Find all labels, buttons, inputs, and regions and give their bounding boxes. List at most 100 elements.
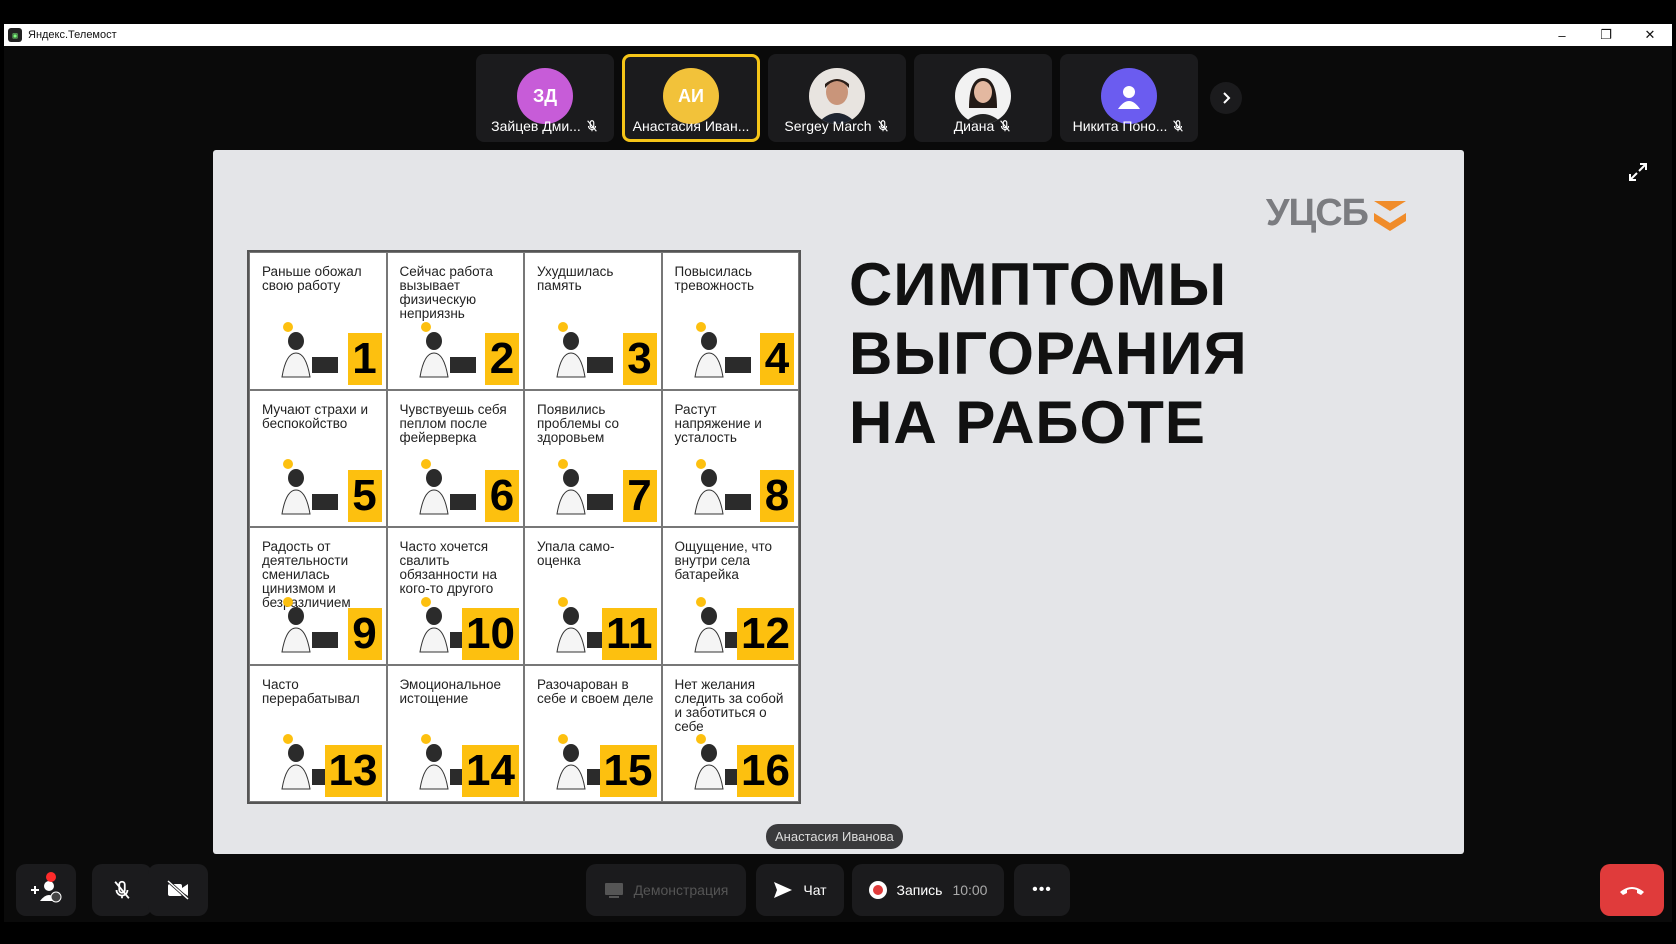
speaker-label: Анастасия Иванова: [766, 824, 903, 849]
symptom-text: Часто перерабатывал: [262, 676, 360, 706]
meeting-app: ЗД Зайцев Дми... АИ Анастасия Иван... Se…: [4, 46, 1672, 922]
end-call-button[interactable]: [1600, 864, 1664, 916]
record-button[interactable]: Запись 10:00: [852, 864, 1004, 916]
chevron-right-icon: [1223, 92, 1231, 104]
mic-off-icon: [1000, 120, 1011, 132]
participant-tile-active[interactable]: АИ Анастасия Иван...: [622, 54, 760, 142]
symptom-cell: Мучают страхи и беспокойство 5: [249, 389, 387, 527]
symptom-cell: Сейчас работа вызывает физическую неприя…: [386, 252, 524, 390]
mic-off-icon: [877, 120, 888, 132]
symptom-cell: Раньше обожал свою работу 1: [249, 252, 387, 390]
symptom-illustration-icon: [693, 459, 751, 515]
minimize-button[interactable]: –: [1540, 24, 1584, 46]
logo-text: УЦСБ: [1265, 192, 1369, 234]
close-button[interactable]: ✕: [1628, 24, 1672, 46]
logo-chevron-icon: [1374, 200, 1406, 231]
camera-toggle[interactable]: [148, 864, 208, 916]
symptom-number: 12: [737, 607, 794, 660]
symptom-number: 7: [622, 470, 657, 522]
participant-tile[interactable]: Никита Поно...: [1060, 54, 1198, 142]
symptoms-grid: Раньше обожал свою работу 1 Сейчас работа …: [247, 250, 801, 804]
window-titlebar: ▣ Яндекс.Телемост – ❐ ✕: [4, 24, 1672, 46]
symptom-text: Повысилась тревожность: [674, 264, 755, 293]
avatar: АИ: [663, 68, 719, 124]
screen-share-icon: [604, 883, 623, 898]
avatar-photo: [955, 68, 1011, 124]
symptom-illustration-icon: [693, 321, 751, 377]
participant-tile[interactable]: Диана: [914, 54, 1052, 142]
next-participants-button[interactable]: [1210, 82, 1242, 114]
symptom-text: Сейчас работа вызывает физическую неприя…: [399, 264, 493, 321]
symptom-cell: Часто перерабатывал 13: [249, 664, 387, 802]
symptom-cell: Растут напряжение и усталость 8: [661, 389, 799, 527]
participant-name: Диана: [953, 118, 995, 134]
more-button[interactable]: •••: [1014, 864, 1070, 916]
symptom-number: 2: [485, 332, 519, 385]
title-line: НА РАБОТЕ: [849, 389, 1206, 456]
symptom-number: 6: [485, 470, 519, 522]
shared-slide: УЦСБ Раньше обожал свою работу 1 Сейчас ра…: [213, 150, 1464, 854]
invite-button[interactable]: [16, 864, 76, 916]
participant-tile[interactable]: ЗД Зайцев Дми...: [476, 54, 614, 142]
symptom-illustration-icon: [281, 321, 338, 377]
symptom-number: 9: [347, 607, 382, 660]
symptom-cell: Эмоциональное истощение 14: [386, 664, 524, 802]
symptom-illustration-icon: [418, 321, 476, 377]
screen-share-label: Демонстрация: [633, 882, 729, 898]
symptom-number: 4: [760, 332, 794, 385]
symptom-text: Чувствуешь себя пеплом после фейерверка: [399, 401, 507, 445]
symptom-text: Появились проблемы со здоровьем: [537, 401, 619, 445]
symptom-number: 1: [347, 332, 382, 385]
chat-button[interactable]: Чат: [756, 864, 844, 916]
symptom-number: 14: [462, 745, 519, 797]
screen-share-button[interactable]: Демонстрация: [586, 864, 746, 916]
fullscreen-button[interactable]: [1624, 158, 1652, 186]
symptom-number: 13: [324, 745, 382, 797]
symptom-text: Упала само-оценка: [537, 539, 615, 568]
symptom-number: 5: [347, 470, 382, 522]
symptom-cell: Ухудшилась память 3: [524, 252, 662, 390]
mic-off-icon: [1173, 120, 1184, 132]
hang-up-icon: [1620, 887, 1644, 895]
symptom-number: 15: [599, 745, 657, 797]
chat-label: Чат: [803, 882, 827, 898]
record-timer: 10:00: [952, 882, 988, 898]
symptom-cell: Ощущение, что внутри села батарейка 12: [661, 527, 799, 665]
add-user-icon: [31, 881, 62, 903]
symptom-cell: Часто хочется свалить обязанности на ког…: [386, 527, 524, 665]
title-line: СИМПТОМЫ: [849, 251, 1228, 318]
symptom-number: 11: [601, 607, 657, 660]
maximize-button[interactable]: ❐: [1584, 24, 1628, 46]
symptom-cell: Разочарован в себе и своем деле 15: [524, 664, 662, 802]
symptom-cell: Чувствуешь себя пеплом после фейерверка 6: [386, 389, 524, 527]
record-label: Запись: [896, 882, 943, 898]
symptom-cell: Появились проблемы со здоровьем 7: [524, 389, 662, 527]
mic-off-icon: [587, 120, 597, 132]
symptom-text: Разочарован в себе и своем деле: [537, 676, 654, 706]
participant-name: Никита Поно...: [1072, 118, 1168, 134]
participant-name: Анастасия Иван...: [632, 118, 750, 134]
symptom-text: Растут напряжение и усталость: [674, 401, 762, 445]
participant-tile[interactable]: Sergey March: [768, 54, 906, 142]
symptom-illustration-icon: [556, 321, 613, 377]
microphone-toggle[interactable]: [92, 864, 152, 916]
symptom-cell: Радость от деятельности сменилась цинизм…: [249, 527, 387, 665]
participant-name: Зайцев Дми...: [491, 118, 581, 134]
avatar: ЗД: [517, 68, 573, 124]
send-icon: [774, 882, 793, 898]
symptom-cell: Нет желания следить за собой и заботитьс…: [661, 664, 799, 802]
symptom-number: 8: [760, 470, 794, 522]
symptom-text: Эмоциональное истощение: [399, 676, 501, 706]
symptom-text: Часто хочется свалить обязанности на ког…: [399, 539, 498, 596]
expand-icon: [1629, 163, 1647, 181]
slide-title: СИМПТОМЫ ВЫГОРАНИЯ НА РАБОТЕ: [849, 250, 1409, 457]
app-icon: ▣: [8, 28, 22, 42]
camera-off-icon: [166, 880, 190, 900]
symptom-text: Нет желания следить за собой и заботитьс…: [674, 676, 784, 734]
symptom-cell: Упала само-оценка 11: [524, 527, 662, 665]
symptom-number: 16: [737, 745, 794, 797]
record-icon: [868, 881, 887, 899]
symptom-number: 3: [622, 332, 657, 385]
symptom-number: 10: [462, 607, 519, 660]
title-line: ВЫГОРАНИЯ: [849, 320, 1248, 387]
